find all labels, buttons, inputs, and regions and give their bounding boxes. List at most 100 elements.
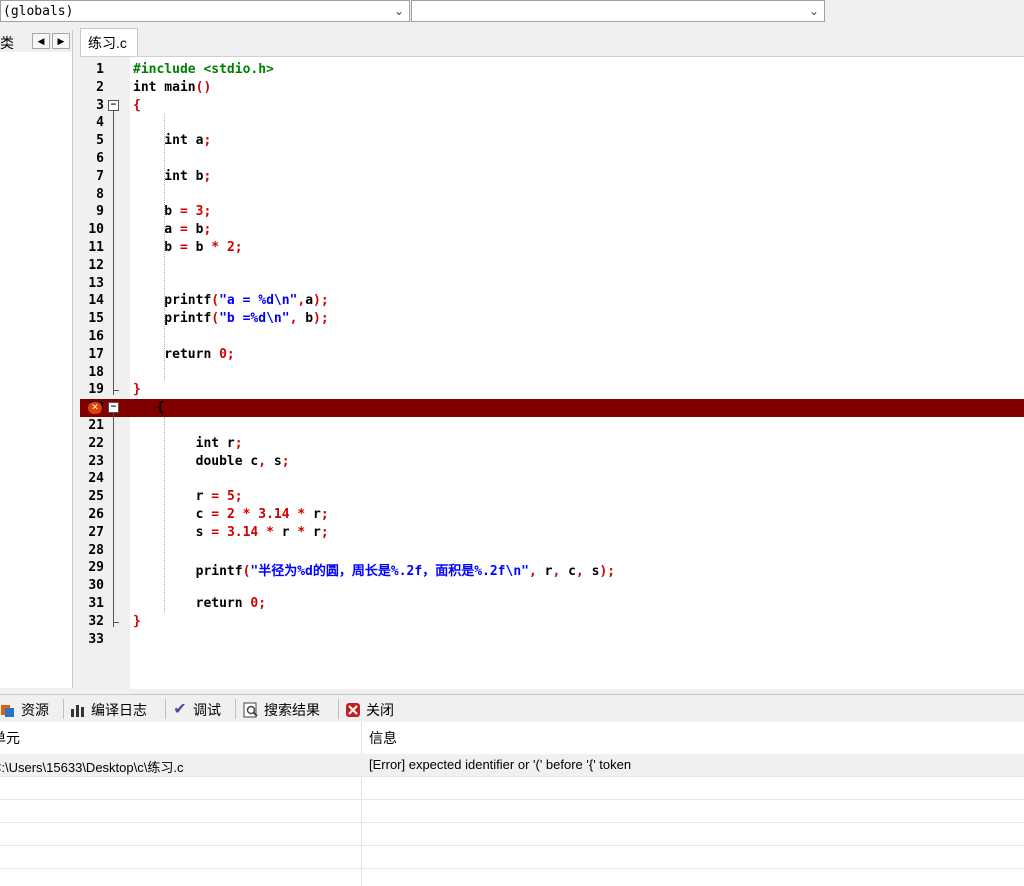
code-line[interactable]: 15 printf("b =%d\n", b); xyxy=(80,310,1024,328)
column-header-unit[interactable]: 单元 xyxy=(0,722,20,752)
code-token: "b =%d\n" xyxy=(219,311,290,327)
tab-divider xyxy=(165,699,166,719)
fold-toggle-icon[interactable]: − xyxy=(108,402,119,414)
line-number: 26 xyxy=(88,507,104,522)
code-line[interactable]: 25 r = 5; xyxy=(80,488,1024,506)
code-token: } xyxy=(133,613,141,629)
code-line[interactable]: 28 xyxy=(80,542,1024,560)
code-line[interactable]: 2 int main() xyxy=(80,79,1024,97)
compiler-messages-table: 单元 信息 C:\Users\15633\Desktop\c\练习.c [Err… xyxy=(0,722,1024,886)
table-row[interactable] xyxy=(0,823,1024,846)
code-editor[interactable]: 1 #include <stdio.h> 2 int main() 3{4 5 int a… xyxy=(80,56,1024,689)
cell-unit: C:\Users\15633\Desktop\c\练习.c xyxy=(0,760,184,775)
code-line[interactable]: 23 double c, s; xyxy=(80,453,1024,471)
code-token: ; xyxy=(226,346,235,362)
table-row[interactable] xyxy=(0,800,1024,823)
column-header-info[interactable]: 信息 xyxy=(369,722,397,752)
code-line[interactable]: 32} xyxy=(80,613,1024,631)
line-number: 30 xyxy=(88,578,104,594)
code-line[interactable]: 13 xyxy=(80,275,1024,293)
code-token: double c xyxy=(133,453,259,469)
member-combo[interactable]: ⌄ xyxy=(411,0,825,22)
code-line[interactable]: 33 xyxy=(80,631,1024,649)
code-token: ( xyxy=(211,311,220,327)
code-line[interactable]: 6 xyxy=(80,150,1024,168)
chevron-down-icon[interactable]: ⌄ xyxy=(389,1,409,21)
code-line[interactable]: 1 #include <stdio.h> xyxy=(80,61,1024,79)
code-token: b xyxy=(297,311,314,327)
code-line[interactable]: 26 c = 2 * 3.14 * r; xyxy=(80,506,1024,524)
code-token: c xyxy=(133,507,212,522)
code-line[interactable]: 31 return 0; xyxy=(80,595,1024,613)
tab-compile-log[interactable]: 编译日志 xyxy=(70,699,147,721)
tab-search-results[interactable]: 搜索结果 xyxy=(243,699,320,721)
line-number: 29 xyxy=(88,560,104,576)
close-icon xyxy=(345,702,361,718)
code-token: r xyxy=(133,489,212,505)
code-line[interactable]: 4 xyxy=(80,114,1024,132)
code-line[interactable]: 16 xyxy=(80,328,1024,346)
code-line[interactable]: 17 return 0; xyxy=(80,346,1024,364)
code-text: } xyxy=(133,614,141,629)
code-line[interactable]: 3{ xyxy=(80,97,1024,115)
code-line[interactable]: 12 xyxy=(80,257,1024,275)
code-text: a = b; xyxy=(133,222,211,237)
code-line[interactable]: 19} xyxy=(80,381,1024,399)
code-token: } xyxy=(133,382,141,398)
code-line[interactable]: 21 xyxy=(80,417,1024,435)
tab-close[interactable]: 关闭 xyxy=(345,699,394,721)
scope-combo[interactable]: (globals) ⌄ xyxy=(0,0,410,22)
bottom-tabs-bar: 资源 编译日志 ✔ 调试 搜索结果 关闭 xyxy=(0,694,1024,723)
code-text: int r; xyxy=(133,436,243,451)
chevron-down-icon[interactable]: ⌄ xyxy=(804,1,824,21)
code-token: s xyxy=(133,524,212,540)
code-token: b xyxy=(187,240,212,255)
code-line[interactable]: 7 int b; xyxy=(80,168,1024,186)
code-text: s = 3.14 * r * r; xyxy=(133,525,329,540)
line-number: 23 xyxy=(88,453,104,469)
code-token: ; xyxy=(258,596,267,611)
code-line[interactable]: 18 xyxy=(80,364,1024,382)
code-line[interactable]: 14 printf("a = %d\n",a); xyxy=(80,292,1024,310)
table-row[interactable] xyxy=(0,846,1024,869)
code-line[interactable]: 29 printf("半径为%d的圆，周长是%.2f，面积是%.2f\n", r… xyxy=(80,559,1024,579)
table-row[interactable]: C:\Users\15633\Desktop\c\练习.c [Error] ex… xyxy=(0,754,1024,777)
code-line[interactable]: 9 b = 3; xyxy=(80,203,1024,221)
code-token: b xyxy=(133,240,180,255)
line-number: 1 xyxy=(96,62,104,77)
line-number: 31 xyxy=(88,596,104,611)
tab-debug[interactable]: ✔ 调试 xyxy=(172,699,221,721)
code-token: s xyxy=(266,453,282,469)
scroll-right-button[interactable]: ▶ xyxy=(52,33,70,49)
line-number: 33 xyxy=(88,631,104,647)
line-number: 24 xyxy=(88,471,104,487)
code-line[interactable]: 24 xyxy=(80,470,1024,488)
code-line[interactable]: 27 s = 3.14 * r * r; xyxy=(80,524,1024,542)
table-row[interactable] xyxy=(0,777,1024,800)
scroll-left-button[interactable]: ◀ xyxy=(32,33,50,49)
fold-toggle-icon[interactable]: − xyxy=(108,99,119,111)
error-highlighted-line[interactable]: 20 { xyxy=(80,399,1024,418)
code-text: printf("a = %d\n",a); xyxy=(133,293,328,309)
code-token: = xyxy=(179,204,188,220)
error-marker-icon: ✕ xyxy=(88,402,102,415)
code-token: a xyxy=(133,222,180,238)
code-line[interactable]: 22 int r; xyxy=(80,435,1024,453)
code-text: } xyxy=(133,382,141,397)
line-number: 32 xyxy=(88,613,104,629)
code-line[interactable]: 8 xyxy=(80,186,1024,204)
fold-line xyxy=(113,110,114,396)
code-line[interactable]: 10 a = b; xyxy=(80,221,1024,239)
line-number: 15 xyxy=(88,311,104,327)
line-number: 21 xyxy=(88,418,104,433)
file-tab[interactable]: 练习.c xyxy=(80,28,138,56)
code-line[interactable]: 11 b = b * 2; xyxy=(80,239,1024,257)
code-token: b xyxy=(133,204,180,220)
code-line[interactable]: 5 int a; xyxy=(80,132,1024,150)
tab-resources[interactable]: 资源 xyxy=(0,699,49,721)
code-token: = xyxy=(179,240,188,255)
code-line[interactable]: 30 xyxy=(80,577,1024,595)
code-token: "a = %d\n" xyxy=(219,293,298,309)
